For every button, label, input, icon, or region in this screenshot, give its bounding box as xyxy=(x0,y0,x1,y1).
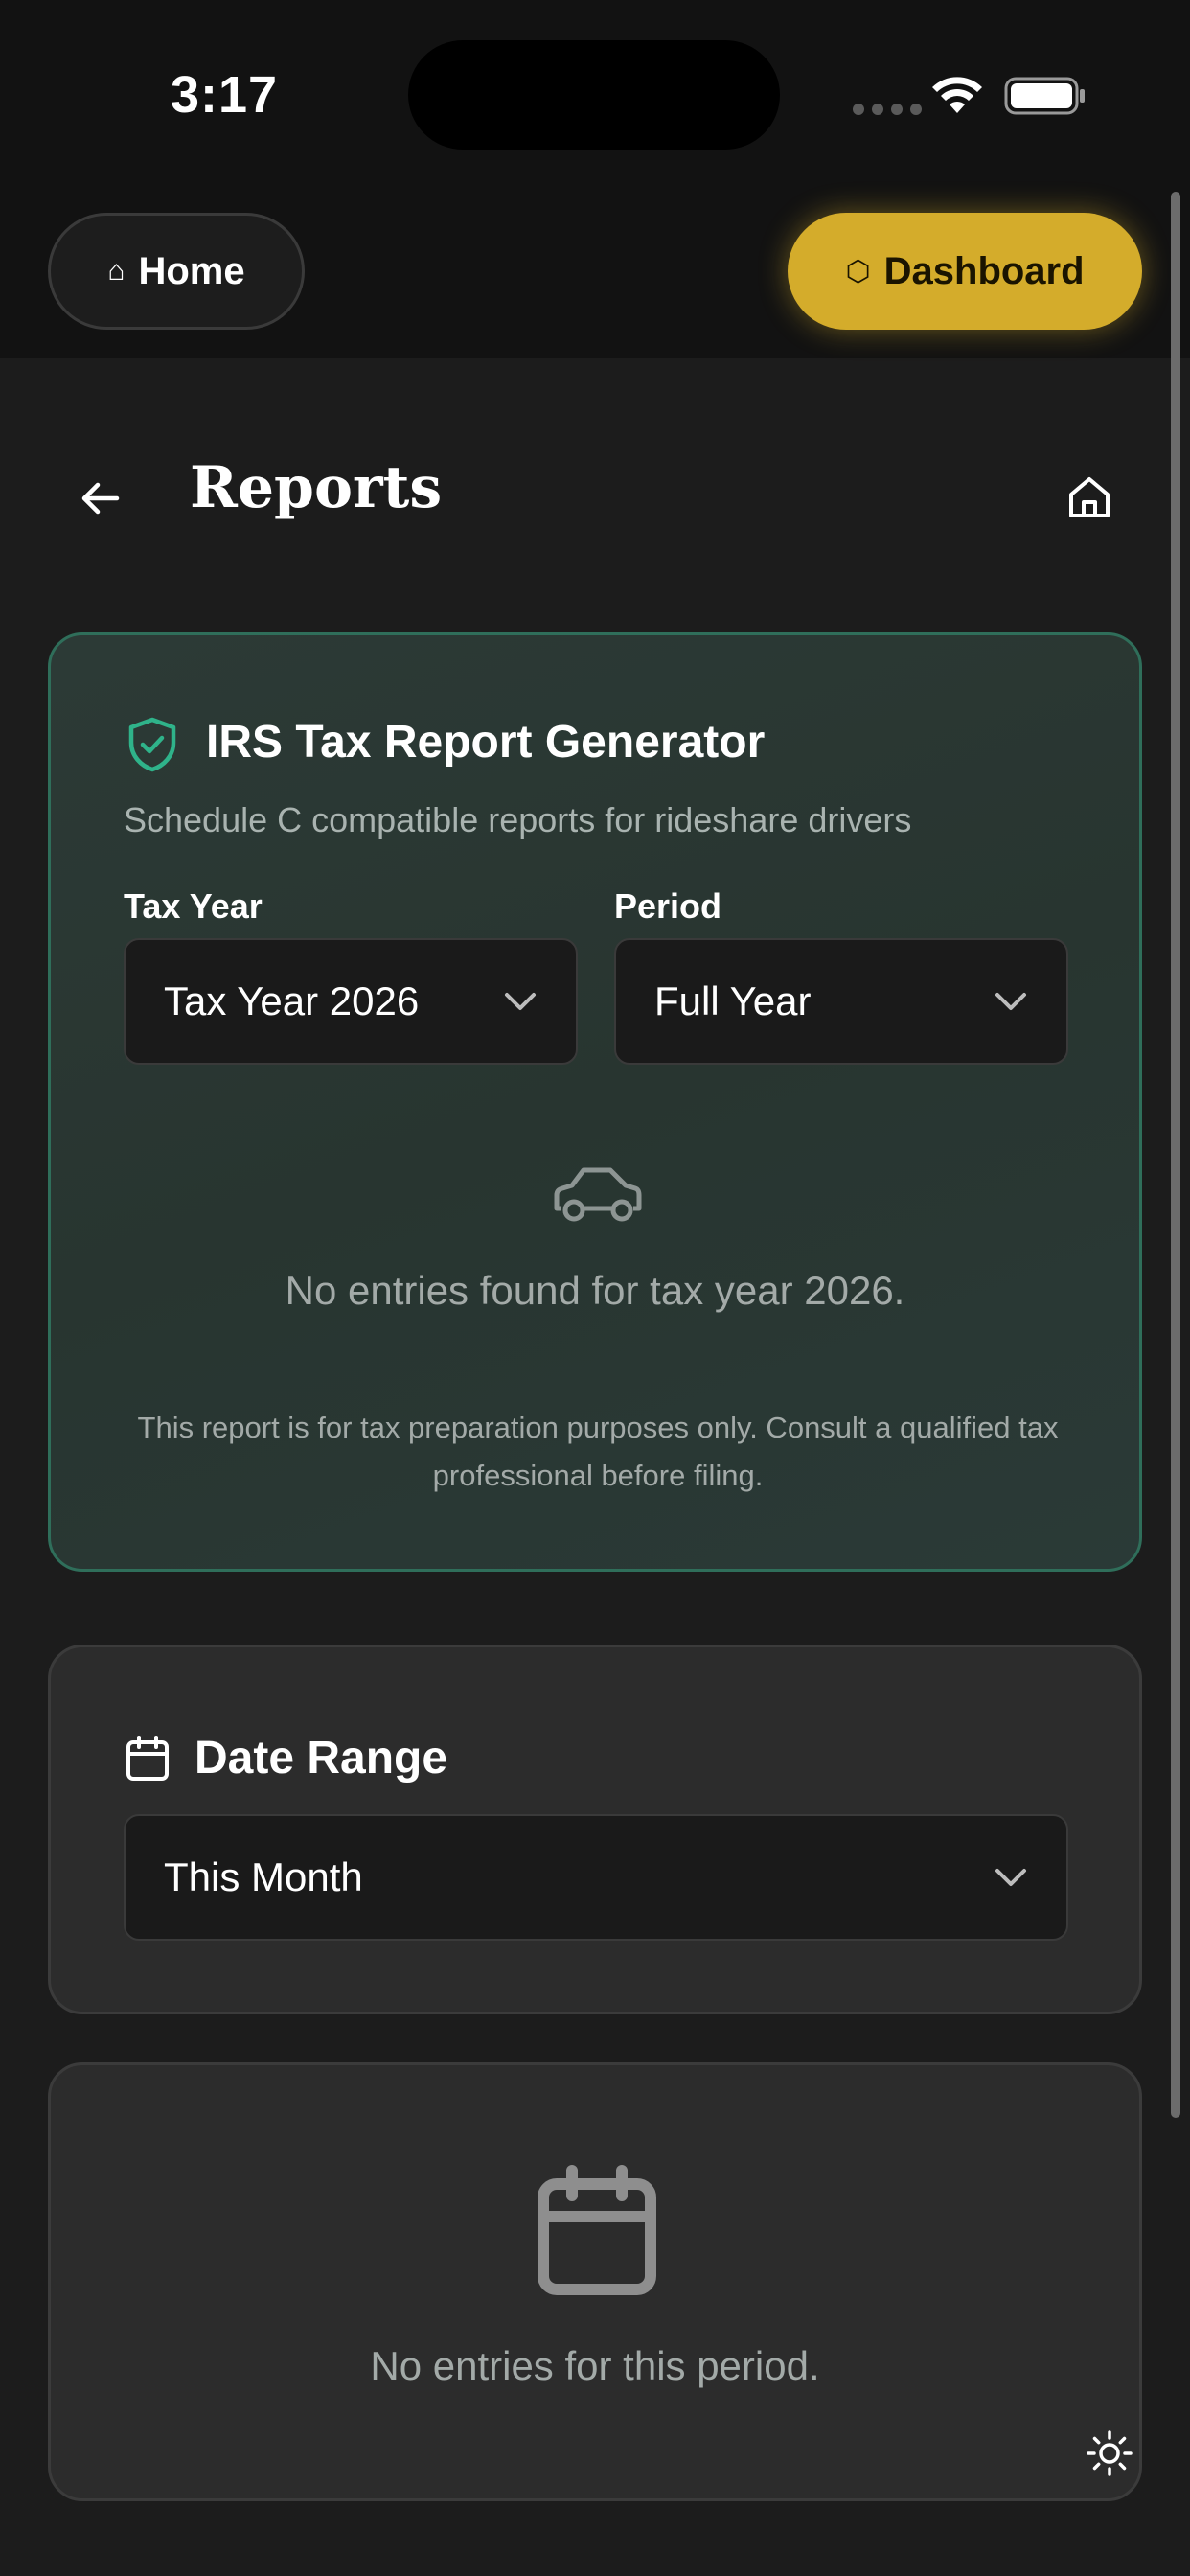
date-range-value: This Month xyxy=(164,1854,363,1899)
home-glyph-icon: ⌂ xyxy=(107,255,126,287)
dynamic-island xyxy=(408,40,780,150)
period-select[interactable]: Full Year xyxy=(614,938,1068,1065)
period-value: Full Year xyxy=(654,978,812,1024)
dashboard-glyph-icon: ⬡ xyxy=(845,255,871,288)
date-range-title: Date Range xyxy=(195,1733,448,1783)
sun-icon[interactable] xyxy=(1086,2429,1133,2477)
scrollbar[interactable] xyxy=(1171,192,1180,2118)
tax-year-label: Tax Year xyxy=(124,886,263,926)
top-bar: 3:17 ⌂ Home ⬡ Dashboard xyxy=(0,0,1190,358)
calendar-icon xyxy=(538,2165,656,2295)
dashboard-button[interactable]: ⬡ Dashboard xyxy=(788,213,1142,330)
chevron-down-icon xyxy=(505,993,536,1010)
tax-disclaimer: This report is for tax preparation purpo… xyxy=(137,1411,1059,1492)
tax-report-title: IRS Tax Report Generator xyxy=(206,717,766,768)
home-button[interactable]: ⌂ Home xyxy=(48,213,305,330)
home-button-label: Home xyxy=(138,249,245,292)
chevron-down-icon xyxy=(995,1869,1026,1886)
house-icon[interactable] xyxy=(1065,473,1113,521)
tax-report-card: IRS Tax Report Generator Schedule C comp… xyxy=(48,632,1142,1572)
tax-year-select[interactable]: Tax Year 2026 xyxy=(124,938,578,1065)
dashboard-button-label: Dashboard xyxy=(883,249,1085,292)
shield-check-icon xyxy=(128,717,176,772)
wifi-icon xyxy=(932,77,982,113)
status-time: 3:17 xyxy=(171,66,279,124)
date-range-select[interactable]: This Month xyxy=(124,1814,1068,1941)
calendar-icon xyxy=(126,1736,169,1781)
tax-report-subtitle: Schedule C compatible reports for ridesh… xyxy=(124,800,912,840)
back-arrow-icon[interactable] xyxy=(77,475,123,521)
cellular-signal-icon xyxy=(853,104,922,115)
period-label: Period xyxy=(614,886,722,926)
reports-screen: 3:17 ⌂ Home ⬡ Dashboard Reports IRS Tax … xyxy=(0,0,1190,2576)
date-range-card: Date Range This Month xyxy=(48,1644,1142,2014)
entries-empty-message: No entries for this period. xyxy=(370,2343,820,2388)
battery-icon xyxy=(1004,77,1085,115)
entries-card: No entries for this period. xyxy=(48,2062,1142,2501)
tax-empty-message: No entries found for tax year 2026. xyxy=(285,1268,905,1313)
page-title: Reports xyxy=(190,454,443,521)
tax-year-value: Tax Year 2026 xyxy=(164,978,420,1024)
car-icon xyxy=(554,1167,642,1222)
chevron-down-icon xyxy=(995,993,1026,1010)
